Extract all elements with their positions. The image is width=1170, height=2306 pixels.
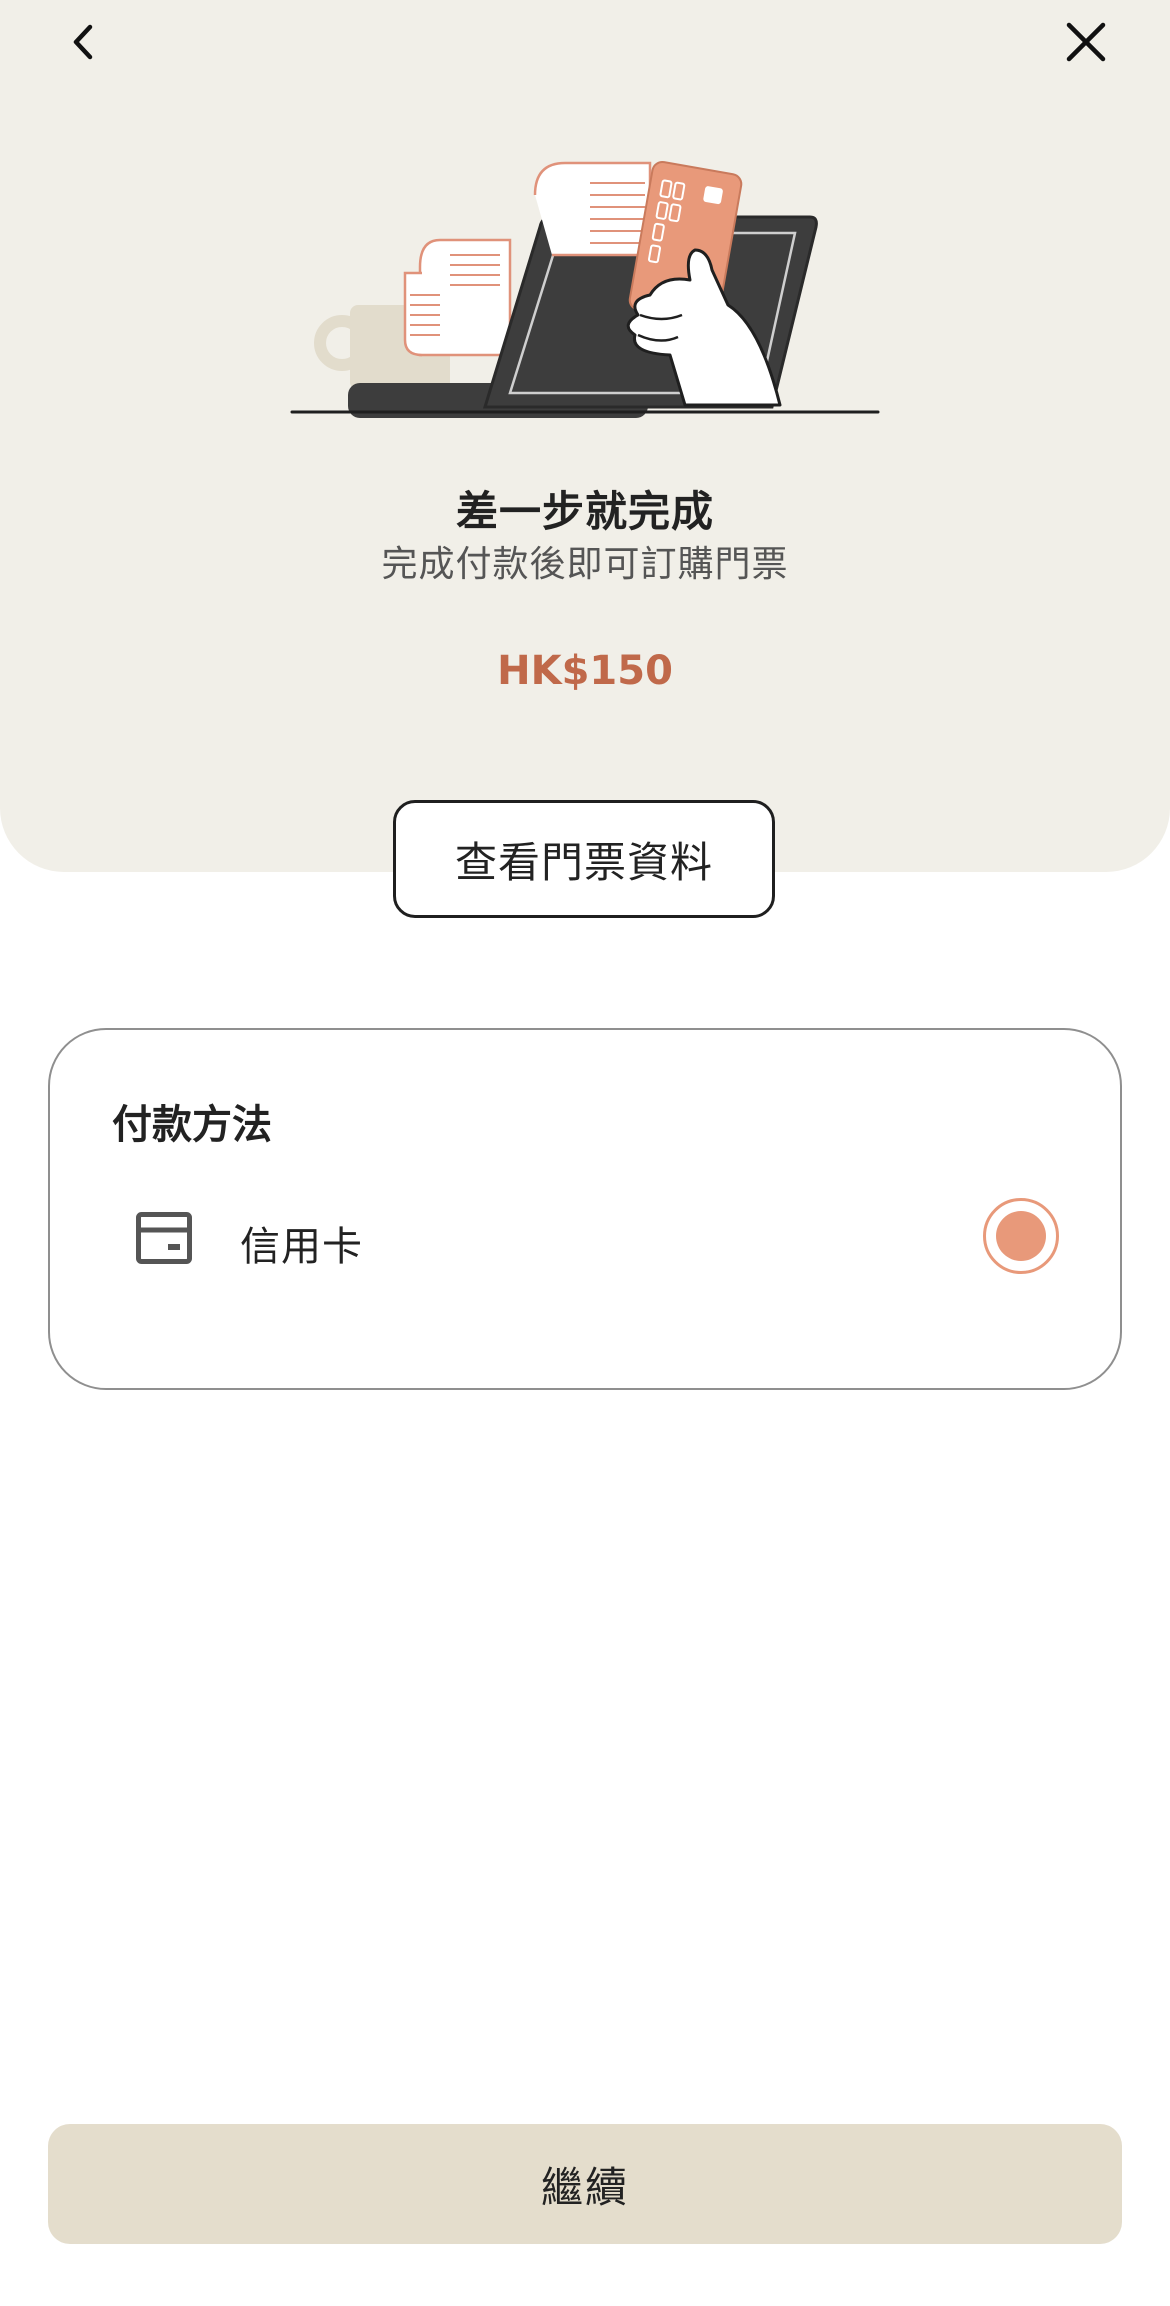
close-icon <box>1066 22 1106 62</box>
payment-option-label: 信用卡 <box>240 1224 363 1270</box>
hero-section: 差一步就完成 完成付款後即可訂購門票 HK$150 <box>0 0 1170 872</box>
chevron-left-icon <box>73 24 93 60</box>
payment-method-card: 付款方法 信用卡 <box>48 1028 1122 1390</box>
close-button[interactable] <box>1054 10 1118 74</box>
radio-selected-indicator <box>996 1211 1046 1261</box>
payment-illustration <box>290 160 880 418</box>
view-ticket-details-button[interactable]: 查看門票資料 <box>393 800 775 918</box>
payment-method-title: 付款方法 <box>112 1102 272 1148</box>
page-title: 差一步就完成 <box>455 487 714 536</box>
back-button[interactable] <box>52 10 116 74</box>
payment-option-radio[interactable] <box>983 1198 1059 1274</box>
credit-card-icon <box>136 1212 192 1264</box>
receipt-icon <box>403 238 512 357</box>
payment-option-credit-card[interactable]: 信用卡 <box>90 1190 1090 1286</box>
page-subtitle: 完成付款後即可訂購門票 <box>381 544 789 585</box>
payment-amount: HK$150 <box>497 648 673 694</box>
continue-button[interactable]: 繼續 <box>48 2124 1122 2244</box>
